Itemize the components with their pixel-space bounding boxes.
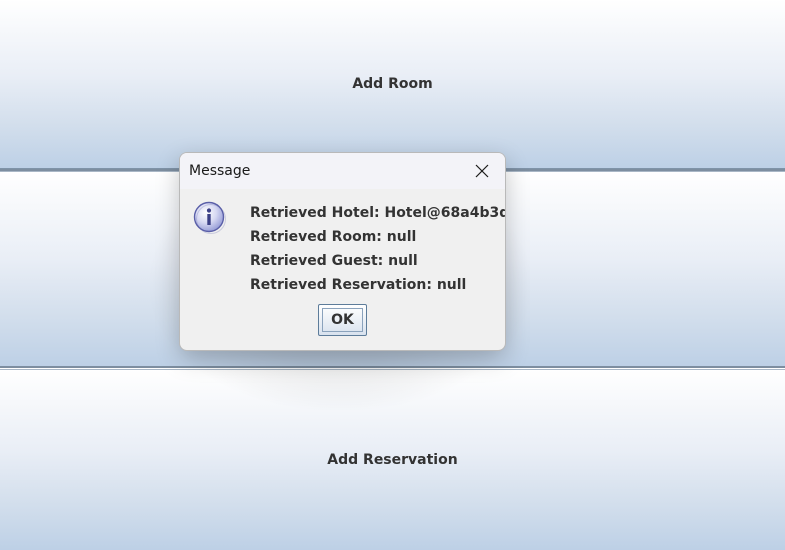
- dialog-title: Message: [189, 163, 251, 179]
- message-line-guest: Retrieved Guest: null: [250, 253, 418, 269]
- app-window: Add Room Add Reservation Message Retriev…: [0, 0, 785, 550]
- ok-button[interactable]: OK: [318, 304, 367, 336]
- add-room-button[interactable]: Add Room: [0, 0, 785, 169]
- dialog-titlebar[interactable]: Message: [180, 153, 505, 189]
- add-room-label: Add Room: [352, 76, 433, 92]
- close-button[interactable]: [459, 153, 505, 189]
- ok-label: OK: [322, 308, 363, 332]
- message-line-room: Retrieved Room: null: [250, 229, 417, 245]
- divider: [0, 366, 785, 368]
- info-icon: [193, 201, 226, 234]
- message-dialog: Message Retrieved Hotel: Hotel@68a4b3df …: [179, 152, 506, 351]
- add-reservation-label: Add Reservation: [327, 452, 458, 468]
- message-line-reservation: Retrieved Reservation: null: [250, 277, 467, 293]
- message-line-hotel: Retrieved Hotel: Hotel@68a4b3df: [250, 205, 506, 221]
- message-text: Retrieved Hotel: Hotel@68a4b3df Retrieve…: [250, 203, 506, 299]
- add-reservation-button[interactable]: Add Reservation: [0, 369, 785, 550]
- close-icon: [475, 164, 489, 178]
